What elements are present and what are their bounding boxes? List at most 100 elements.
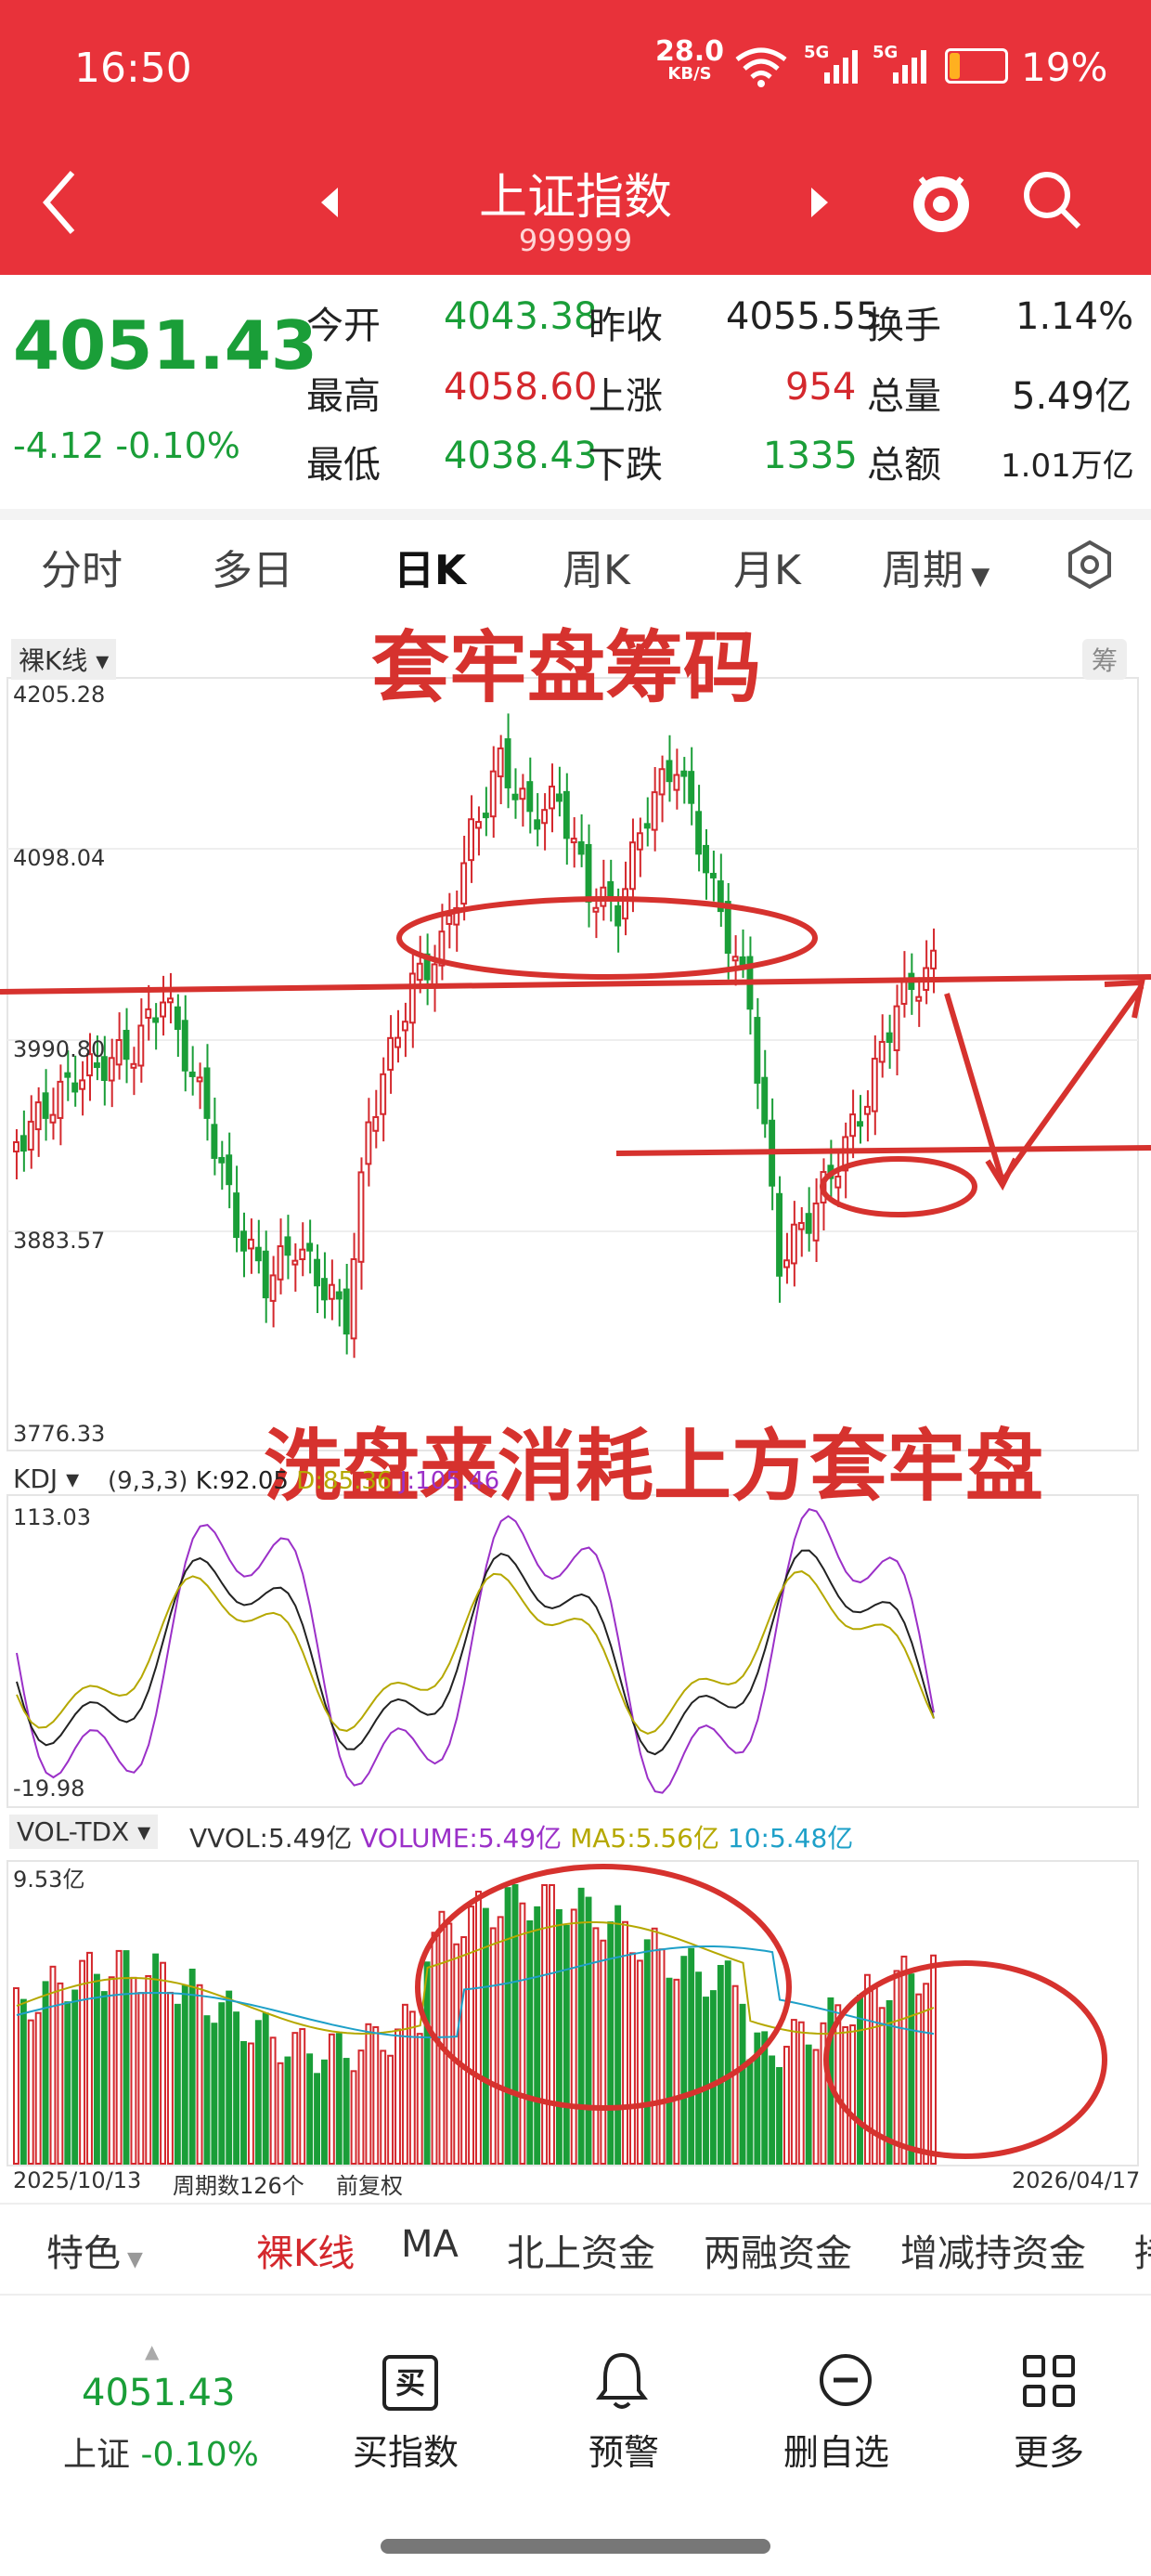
kline-candle [592,906,600,913]
vvol: VVOL:5.49亿 [189,1823,353,1854]
tab-monthly-k[interactable]: 月K [733,537,801,596]
kline-candle [863,1105,871,1115]
chip-button[interactable]: 筹 [1082,639,1128,680]
tab-feature[interactable]: 特色 ▼ [46,2223,143,2277]
kline-candle [71,1082,79,1093]
kline-candle [636,832,643,851]
tab-daily-k[interactable]: 日K [394,537,466,596]
volume-bar [34,2011,42,2166]
volume-bar [211,2023,218,2165]
kline-candle [666,760,673,783]
tab-margin[interactable]: 两融资金 [704,2223,852,2277]
buy-index-button[interactable]: 买 买指数 [353,2340,473,2473]
minus-circle-icon [820,2354,872,2406]
settings-icon[interactable] [1064,539,1116,591]
nav-price[interactable]: 4051.43 [82,2372,235,2414]
tab-weekly-k[interactable]: 周K [563,537,630,596]
kline-candle [372,1115,380,1132]
grid-icon [1023,2355,1075,2407]
kline-candle [299,1248,306,1261]
alert-button[interactable]: 预警 [576,2340,668,2473]
volume-bar [394,2028,401,2166]
kline-candle [306,1242,314,1252]
nav-index-info[interactable]: 上证 -0.10% [63,2427,259,2476]
kdj-selector[interactable]: KDJ ▾ [13,1464,79,1494]
kline-candle [783,1259,790,1268]
volume-bar [203,2015,211,2166]
price-change: -4.12 -0.10% [13,425,240,466]
search-icon[interactable] [1019,167,1084,232]
volume-bar [387,2054,394,2165]
kline-candle [401,1021,408,1032]
volume-bar [57,1982,64,2165]
volume-bar [629,1952,636,2165]
volume-bar [86,1951,93,2165]
volume-bar [291,2032,299,2165]
y-axis-mid2: 3990.80 [13,1036,106,1062]
tab-ma[interactable]: MA [401,2223,459,2266]
vol-top: 9.53亿 [13,1867,85,1893]
tab-period[interactable]: 周期 ▼ [882,537,989,596]
turnover-label: 换手 [867,305,941,347]
kline-candle [482,813,489,819]
volume-bar [805,2044,812,2166]
kline-candle [218,1156,226,1164]
tab-intraday[interactable]: 分时 [41,537,123,596]
volume-bar [93,1973,100,2165]
vol-selector[interactable]: VOL-TDX ▾ [9,1815,159,1849]
volume-bar [680,1956,688,2165]
tab-multiday[interactable]: 多日 [212,537,293,596]
kline-candle [731,956,739,962]
volume-bar [563,1924,570,2165]
volume-bar [842,2025,849,2165]
kdj-d-line [16,1570,935,1735]
kline-candle [577,840,585,855]
home-indicator[interactable] [381,2539,770,2554]
kline-candle [651,791,658,831]
kline-candle [812,1202,820,1242]
volume-bar [100,1991,108,2165]
amount-label: 总额 [867,444,941,487]
kline-candle [34,1101,42,1131]
tab-northbound[interactable]: 北上资金 [507,2223,655,2277]
volume-bar [519,1902,526,2165]
kline-candle [776,1192,782,1277]
kline-candle [130,1062,137,1069]
tab-holdings-change[interactable]: 增减持资金 [900,2223,1086,2277]
app-header: 16:50 28.0 KB/S 5G 5G 19% 上证指数 999999 [0,0,1151,275]
more-button[interactable]: 更多 [1008,2340,1101,2473]
open-value: 4043.38 [444,295,598,338]
volume-bar [820,2022,827,2166]
remove-watchlist-button[interactable]: 删自选 [780,2340,910,2473]
volume-bar [145,1974,152,2166]
volume-bar [152,1953,160,2166]
kline-candle [262,1250,269,1299]
tab-more-cut[interactable]: 持 [1134,2223,1151,2277]
volume-bar [306,2053,314,2166]
volume-bar [600,1939,607,2165]
down-value: 1335 [763,435,858,477]
next-icon[interactable] [806,184,834,221]
mascot-icon[interactable] [908,163,975,238]
kline-candle [446,914,453,925]
kline-candle [739,956,746,966]
tab-naked-k[interactable]: 裸K线 [256,2223,355,2277]
kline-candle [511,793,519,800]
volume-bar [724,1960,731,2165]
volume-bar [534,1906,541,2166]
kline-candle [468,818,475,862]
volume-bar [812,2049,820,2165]
kline-type-selector[interactable]: 裸K线 ▾ [11,639,117,680]
volume-bar [636,1959,643,2166]
kline-candle [526,781,534,813]
volume-bar [658,1948,666,2165]
kline-candle [79,1079,86,1090]
volume-bar [19,1998,27,2166]
y-axis-mid1: 4098.04 [13,845,106,871]
prev-value: 4055.55 [726,295,880,338]
buy-icon: 买 [382,2355,438,2411]
volume-bar [673,1978,680,2166]
kline-candle [534,819,541,830]
kline-candle [622,888,628,920]
kline-candle [27,1120,34,1151]
